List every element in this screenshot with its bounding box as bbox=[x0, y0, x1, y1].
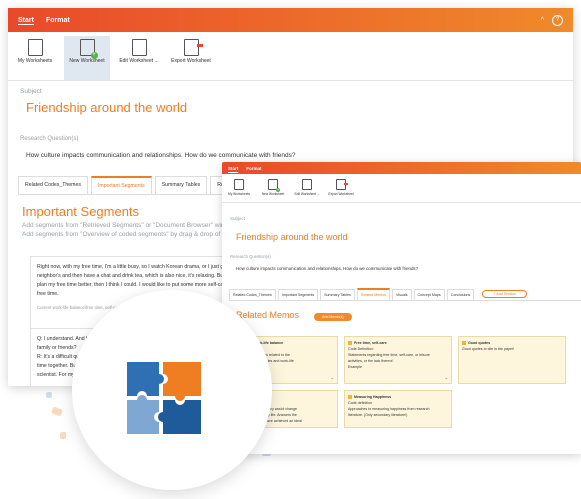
memo-icon bbox=[348, 341, 352, 345]
edit-worksheet-button[interactable]: Edit Worksheet ... bbox=[116, 36, 162, 80]
research-question-label: Research Question(s) bbox=[20, 136, 79, 142]
export-worksheet-label: Export Worksheet bbox=[171, 58, 211, 64]
confetti bbox=[46, 392, 52, 398]
worksheet-title[interactable]: Friendship around the world bbox=[236, 232, 348, 242]
chevron-down-icon[interactable]: ⌄ bbox=[445, 375, 448, 381]
my-worksheets-button[interactable]: My Worksheets bbox=[12, 36, 58, 80]
edit-worksheet-icon bbox=[131, 39, 147, 56]
research-question-text[interactable]: How culture impacts communication and re… bbox=[26, 152, 296, 159]
confetti bbox=[51, 406, 63, 417]
tab-format[interactable]: Format bbox=[46, 17, 70, 24]
worksheets-icon bbox=[27, 39, 43, 56]
section-title: Important Segments bbox=[22, 204, 140, 219]
tab-related-codes[interactable]: Related Codes_Themes bbox=[18, 176, 88, 194]
my-worksheets-label: My Worksheets bbox=[228, 192, 250, 196]
tab-format[interactable]: Format bbox=[246, 166, 261, 171]
help-icon[interactable]: ? bbox=[552, 14, 563, 26]
segment-line: plan my free time better, then I think I… bbox=[37, 282, 244, 288]
new-worksheet-button[interactable]: New Worksheet bbox=[258, 176, 288, 202]
confetti bbox=[60, 432, 66, 439]
worksheet-window-front: Start Format My Worksheets New Worksheet… bbox=[222, 162, 581, 454]
tab-related-codes[interactable]: Related Codes_Themes bbox=[229, 288, 276, 300]
segment-line: Right now, with my free time, I'm a litt… bbox=[37, 264, 241, 270]
export-worksheet-icon bbox=[336, 179, 348, 190]
puzzle-icon bbox=[127, 362, 201, 434]
new-worksheet-label: New Worksheet bbox=[69, 58, 105, 64]
export-worksheet-label: Export Worksheet bbox=[328, 192, 354, 196]
top-menu-bar: Start Format ^ ? bbox=[8, 8, 573, 32]
subject-label: Subject bbox=[230, 216, 246, 221]
new-worksheet-icon bbox=[79, 39, 98, 59]
top-menu-bar: Start Format bbox=[222, 162, 581, 174]
tab-related-memos[interactable]: Related Memos bbox=[356, 288, 391, 300]
export-worksheet-icon bbox=[183, 39, 203, 56]
chevron-down-icon[interactable]: ⌄ bbox=[331, 375, 334, 381]
memo-line: Good quotes to cite in the paper! bbox=[462, 347, 515, 351]
memo-icon bbox=[462, 341, 466, 345]
tab-important-segments[interactable]: Important Segments bbox=[90, 176, 152, 194]
new-worksheet-button[interactable]: New Worksheet bbox=[64, 36, 110, 80]
edit-worksheet-label: Edit Worksheet ... bbox=[119, 58, 159, 64]
tab-conclusions[interactable]: Conclusions bbox=[446, 288, 475, 300]
new-worksheet-label: New Worksheet bbox=[261, 192, 285, 196]
subject-label: Subject bbox=[20, 88, 42, 95]
section-hint-2: Add segments from "Overview of coded seg… bbox=[22, 231, 229, 238]
tab-summary-tables[interactable]: Summary Tables bbox=[154, 176, 208, 194]
ribbon: My Worksheets New Worksheet Edit Workshe… bbox=[222, 174, 581, 203]
segment-line: neighbor's and then have a chat and drin… bbox=[37, 273, 243, 279]
worksheet-title[interactable]: Friendship around the world bbox=[26, 100, 187, 115]
tab-start[interactable]: Start bbox=[18, 17, 34, 24]
memo-line: literature. (Only secondary literature!) bbox=[348, 413, 408, 417]
tab-visuals[interactable]: Visuals bbox=[392, 288, 412, 300]
research-question-text[interactable]: How culture impacts communication and re… bbox=[236, 266, 418, 271]
collapse-ribbon-icon[interactable]: ^ bbox=[541, 17, 544, 24]
memo-card[interactable]: Good quotes Good quotes to cite in the p… bbox=[458, 336, 566, 384]
my-worksheets-button[interactable]: My Worksheets bbox=[224, 176, 254, 202]
section-tabs: Related Codes_Themes Important Segments … bbox=[229, 288, 581, 301]
ribbon: My Worksheets New Worksheet Edit Workshe… bbox=[8, 32, 573, 81]
add-section-button[interactable]: + Add Section bbox=[482, 290, 527, 298]
memo-line: Example bbox=[348, 365, 362, 369]
tab-concept-maps[interactable]: Concept Maps bbox=[413, 288, 445, 300]
tab-start[interactable]: Start bbox=[228, 166, 238, 171]
tab-important-segments[interactable]: Important Segments bbox=[277, 288, 319, 300]
section-title: Related Memos bbox=[236, 310, 300, 320]
edit-worksheet-label: Edit Worksheet ... bbox=[294, 192, 320, 196]
memo-card[interactable]: Measuring Happiness Code definition Appr… bbox=[344, 390, 452, 428]
edit-worksheet-icon bbox=[302, 179, 312, 190]
research-question-label: Research Question(s) bbox=[230, 254, 271, 259]
section-hint-1: Add segments from "Retrieved Segments" o… bbox=[22, 222, 229, 229]
my-worksheets-label: My Worksheets bbox=[17, 58, 53, 64]
add-memo-button[interactable]: Add Memo(s) bbox=[314, 313, 352, 321]
memo-icon bbox=[348, 395, 352, 399]
new-worksheet-icon bbox=[268, 179, 280, 192]
tab-summary-tables[interactable]: Summary Tables bbox=[320, 288, 355, 300]
worksheets-icon bbox=[234, 179, 244, 190]
memo-card[interactable]: Free time, self-care Code Definition: St… bbox=[344, 336, 452, 384]
export-worksheet-button[interactable]: Export Worksheet bbox=[168, 36, 214, 80]
edit-worksheet-button[interactable]: Edit Worksheet ... bbox=[292, 176, 322, 202]
export-worksheet-button[interactable]: Export Worksheet bbox=[326, 176, 356, 202]
